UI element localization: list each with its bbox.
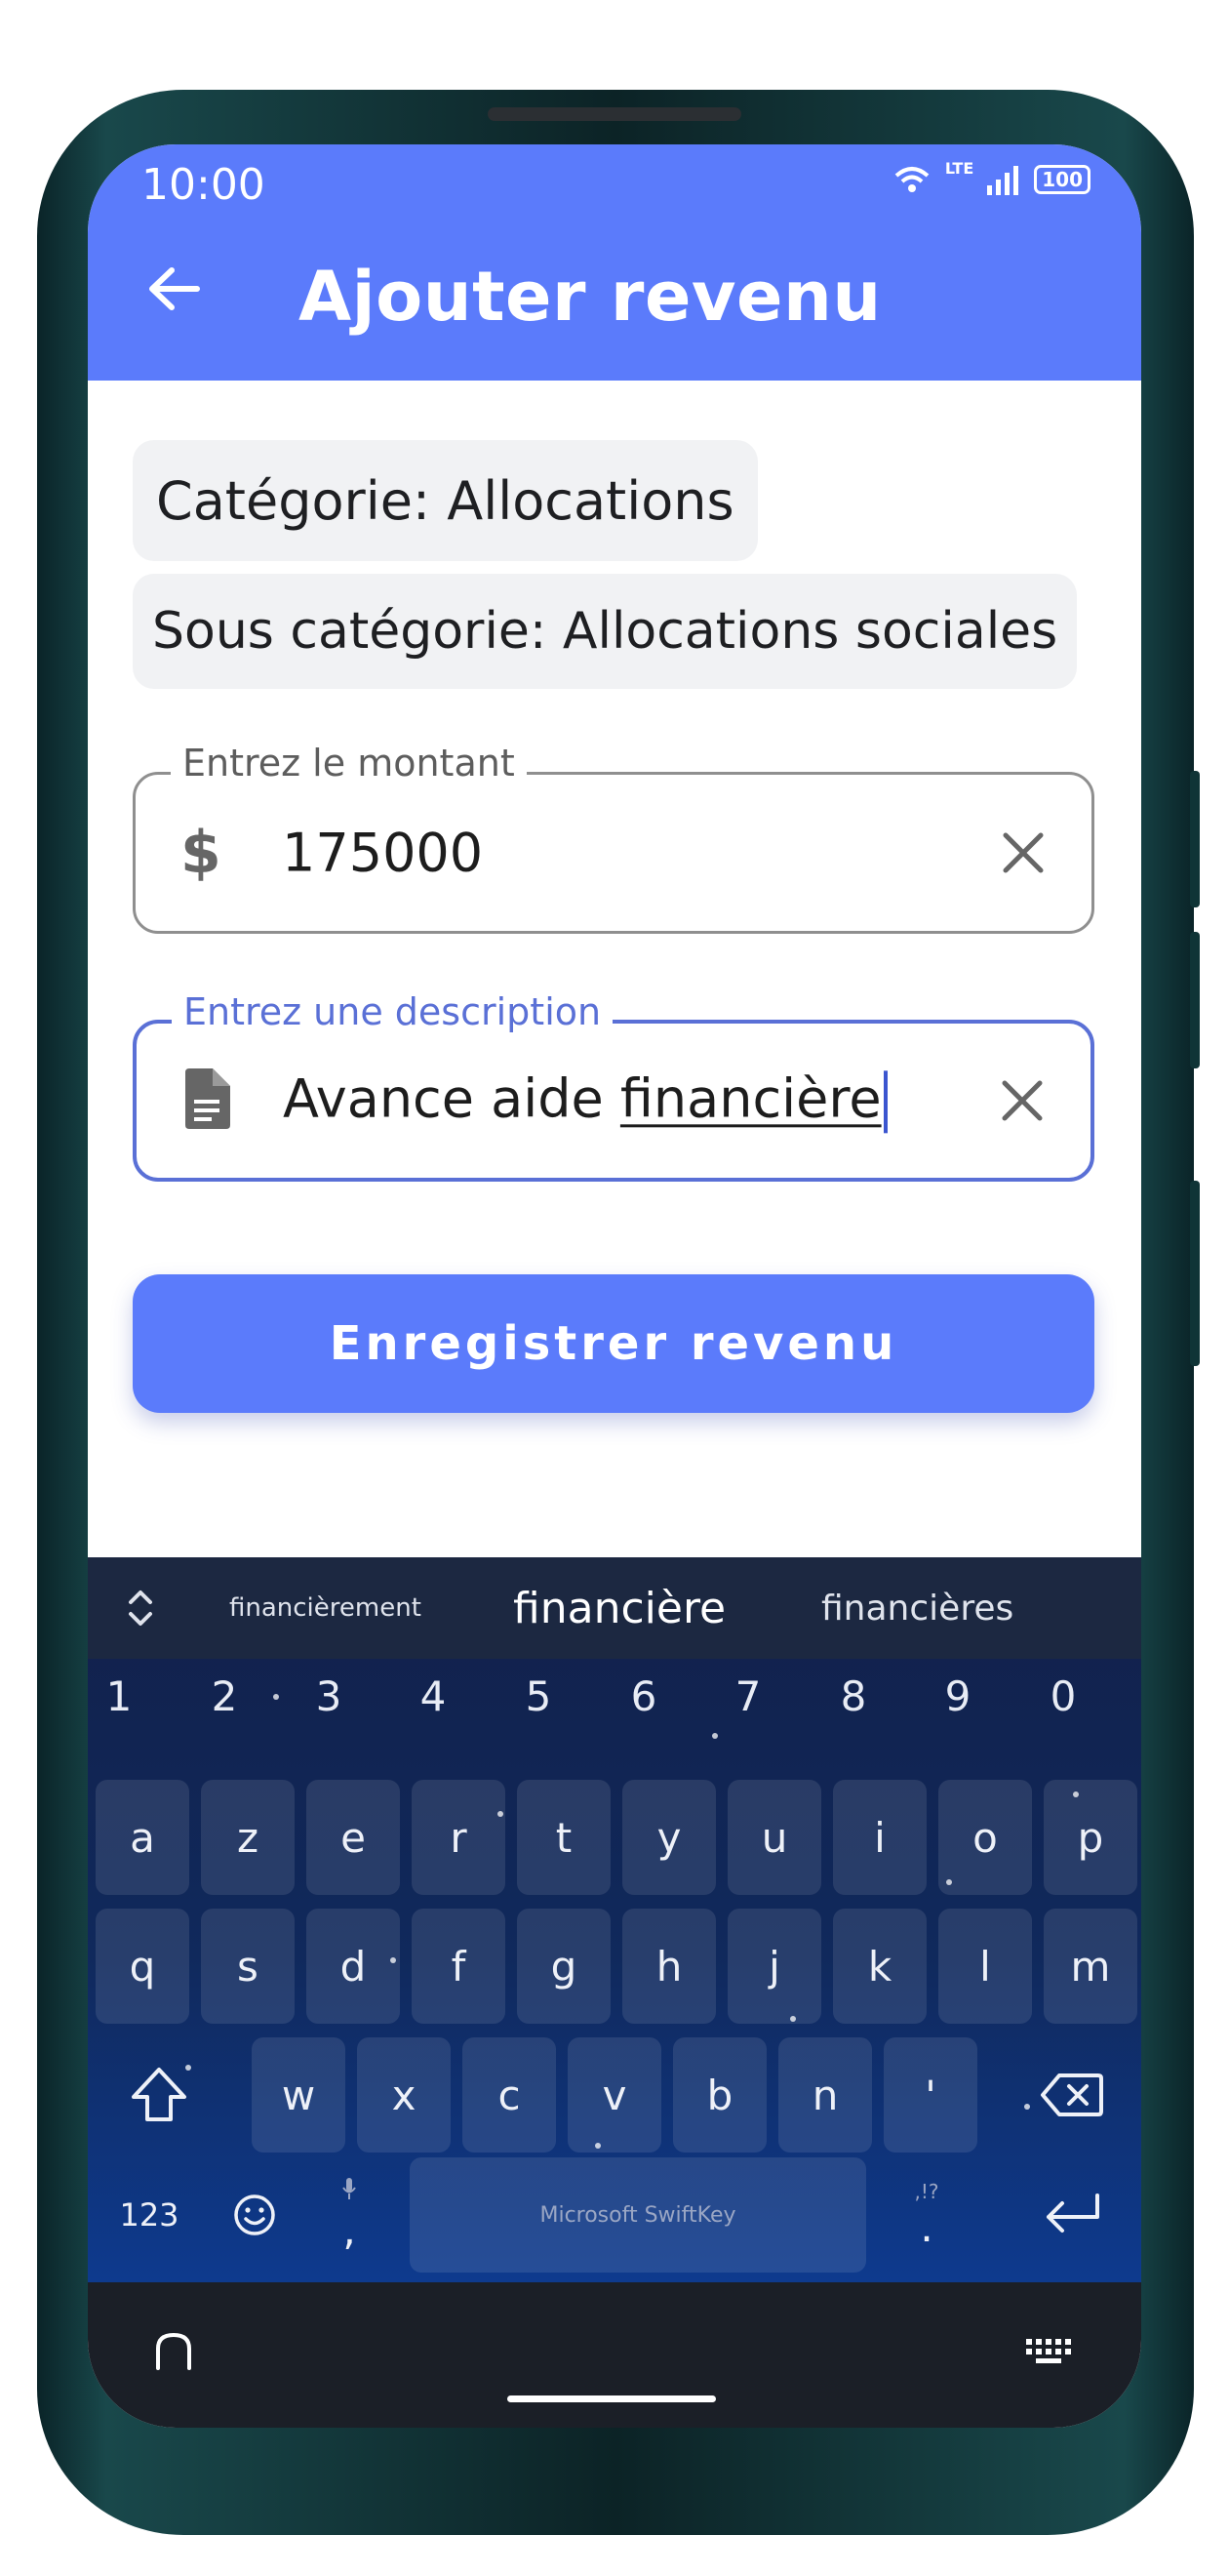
expand-toolbar-icon[interactable] xyxy=(117,1585,164,1631)
backspace-icon xyxy=(1041,2073,1103,2116)
letter-key[interactable]: w xyxy=(252,2037,345,2153)
on-screen-keyboard: financièrement financière financières 1 … xyxy=(88,1557,1141,2282)
letter-key[interactable]: x xyxy=(357,2037,451,2153)
letter-key[interactable]: k xyxy=(833,1909,927,2024)
save-income-button[interactable]: Enregistrer revenu xyxy=(133,1274,1094,1413)
number-key[interactable]: 9 xyxy=(919,1672,997,1731)
home-indicator[interactable] xyxy=(507,2395,716,2402)
number-key[interactable]: 3 xyxy=(290,1672,368,1731)
letter-key[interactable]: e xyxy=(306,1780,400,1895)
network-type-label: LTE xyxy=(944,158,974,178)
status-time: 10:00 xyxy=(141,160,265,210)
letter-key[interactable]: h xyxy=(622,1909,716,2024)
number-key[interactable]: 2 xyxy=(185,1672,263,1731)
enter-key[interactable] xyxy=(1009,2157,1135,2273)
clear-amount-button[interactable] xyxy=(994,824,1052,882)
letter-key[interactable]: i xyxy=(833,1780,927,1895)
description-input[interactable]: Avance aide financière xyxy=(283,1067,888,1134)
letter-key[interactable]: z xyxy=(201,1780,295,1895)
document-icon xyxy=(181,1068,230,1133)
number-key[interactable]: 7 xyxy=(709,1672,787,1731)
letter-key[interactable]: j xyxy=(728,1909,821,2024)
shift-key[interactable] xyxy=(96,2037,222,2153)
phone-screen: 10:00 LTE 100 Ajouter revenu Catégorie: … xyxy=(88,144,1141,2428)
microphone-icon xyxy=(342,2177,356,2199)
letter-key[interactable]: r xyxy=(412,1780,505,1895)
dollar-icon: $ xyxy=(180,819,221,887)
close-icon xyxy=(1002,1080,1043,1121)
comma-label: , xyxy=(342,2205,356,2254)
subcategory-chip[interactable]: Sous catégorie: Allocations sociales xyxy=(133,574,1078,689)
letter-key[interactable]: f xyxy=(412,1909,505,2024)
keyboard-switcher-icon[interactable] xyxy=(1024,2337,1073,2366)
letter-key[interactable]: q xyxy=(96,1909,189,2024)
category-chip[interactable]: Catégorie: Allocations xyxy=(133,440,758,561)
signal-icon xyxy=(987,166,1019,195)
number-key[interactable]: 1 xyxy=(88,1672,158,1731)
status-icons: LTE 100 xyxy=(892,159,1090,195)
number-key[interactable]: 5 xyxy=(499,1672,577,1731)
page-title: Ajouter revenu xyxy=(298,257,882,337)
hide-keyboard-icon[interactable] xyxy=(152,2329,195,2372)
back-button[interactable] xyxy=(135,250,213,328)
number-key[interactable]: 6 xyxy=(605,1672,683,1731)
number-key[interactable]: 4 xyxy=(394,1672,472,1731)
number-key[interactable]: 8 xyxy=(814,1672,892,1731)
letter-key[interactable]: t xyxy=(517,1780,611,1895)
composing-word: financière xyxy=(619,1067,882,1130)
letter-key[interactable]: o xyxy=(938,1780,1032,1895)
power-button xyxy=(1190,1181,1200,1366)
amount-field-label: Entrez le montant xyxy=(171,742,527,785)
system-navigation-bar xyxy=(88,2282,1141,2428)
apostrophe-key[interactable]: ' xyxy=(884,2037,977,2153)
app-bar: 10:00 LTE 100 Ajouter revenu xyxy=(88,144,1141,381)
suggestion-item[interactable]: financièrement xyxy=(229,1557,421,1659)
letter-key[interactable]: u xyxy=(728,1780,821,1895)
volume-button xyxy=(1190,771,1200,907)
suggestion-item[interactable]: financières xyxy=(821,1557,1013,1659)
emoji-icon xyxy=(234,2194,275,2235)
suggestion-bar: financièrement financière financières xyxy=(88,1557,1141,1659)
comma-key[interactable]: , xyxy=(302,2157,396,2273)
clear-description-button[interactable] xyxy=(993,1071,1051,1130)
numeric-mode-key[interactable]: 123 xyxy=(96,2157,203,2273)
letter-key[interactable]: a xyxy=(96,1780,189,1895)
emoji-key[interactable] xyxy=(201,2157,308,2273)
keyboard-star xyxy=(273,1694,279,1700)
backspace-key[interactable] xyxy=(1009,2037,1135,2153)
letter-key[interactable]: l xyxy=(938,1909,1032,2024)
enter-icon xyxy=(1047,2194,1099,2233)
letter-key[interactable]: n xyxy=(778,2037,872,2153)
amount-field[interactable]: Entrez le montant $ 175000 xyxy=(133,742,1094,934)
description-field-label: Entrez une description xyxy=(172,990,614,1033)
letter-key[interactable]: p xyxy=(1044,1780,1137,1895)
letter-key[interactable]: m xyxy=(1044,1909,1137,2024)
letter-key[interactable]: b xyxy=(673,2037,767,2153)
shift-icon xyxy=(132,2068,186,2121)
period-label: . xyxy=(920,2202,933,2251)
amount-input[interactable]: 175000 xyxy=(282,823,483,884)
number-key[interactable]: 0 xyxy=(1024,1672,1102,1731)
earpiece-speaker xyxy=(488,107,741,121)
letter-key[interactable]: g xyxy=(517,1909,611,2024)
letter-key[interactable]: y xyxy=(622,1780,716,1895)
letter-key[interactable]: v xyxy=(568,2037,661,2153)
period-key[interactable]: ,!? . xyxy=(880,2157,973,2273)
keyboard-star xyxy=(712,1733,718,1739)
suggestion-item[interactable]: financière xyxy=(513,1557,726,1659)
letter-key[interactable]: d xyxy=(306,1909,400,2024)
description-text: Avance aide xyxy=(283,1067,620,1130)
description-field[interactable]: Entrez une description Avance aide finan… xyxy=(133,990,1094,1182)
text-caret xyxy=(883,1070,888,1134)
close-icon xyxy=(1003,832,1044,873)
volume-button xyxy=(1190,932,1200,1068)
letter-key[interactable]: c xyxy=(462,2037,556,2153)
battery-icon: 100 xyxy=(1034,165,1090,194)
space-key[interactable]: Microsoft SwiftKey xyxy=(410,2157,866,2273)
period-hint: ,!? xyxy=(914,2179,939,2203)
wifi-icon xyxy=(894,167,930,192)
arrow-left-icon xyxy=(149,267,200,310)
letter-key[interactable]: s xyxy=(201,1909,295,2024)
